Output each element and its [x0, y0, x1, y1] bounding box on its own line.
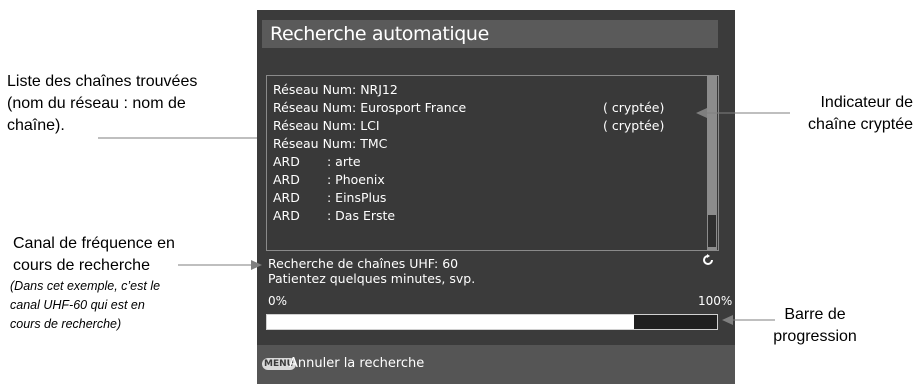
arrowhead-icon — [696, 108, 707, 118]
arrowhead-icon — [722, 315, 733, 325]
arrowhead-icon — [251, 260, 262, 270]
leader-lines — [98, 108, 790, 325]
